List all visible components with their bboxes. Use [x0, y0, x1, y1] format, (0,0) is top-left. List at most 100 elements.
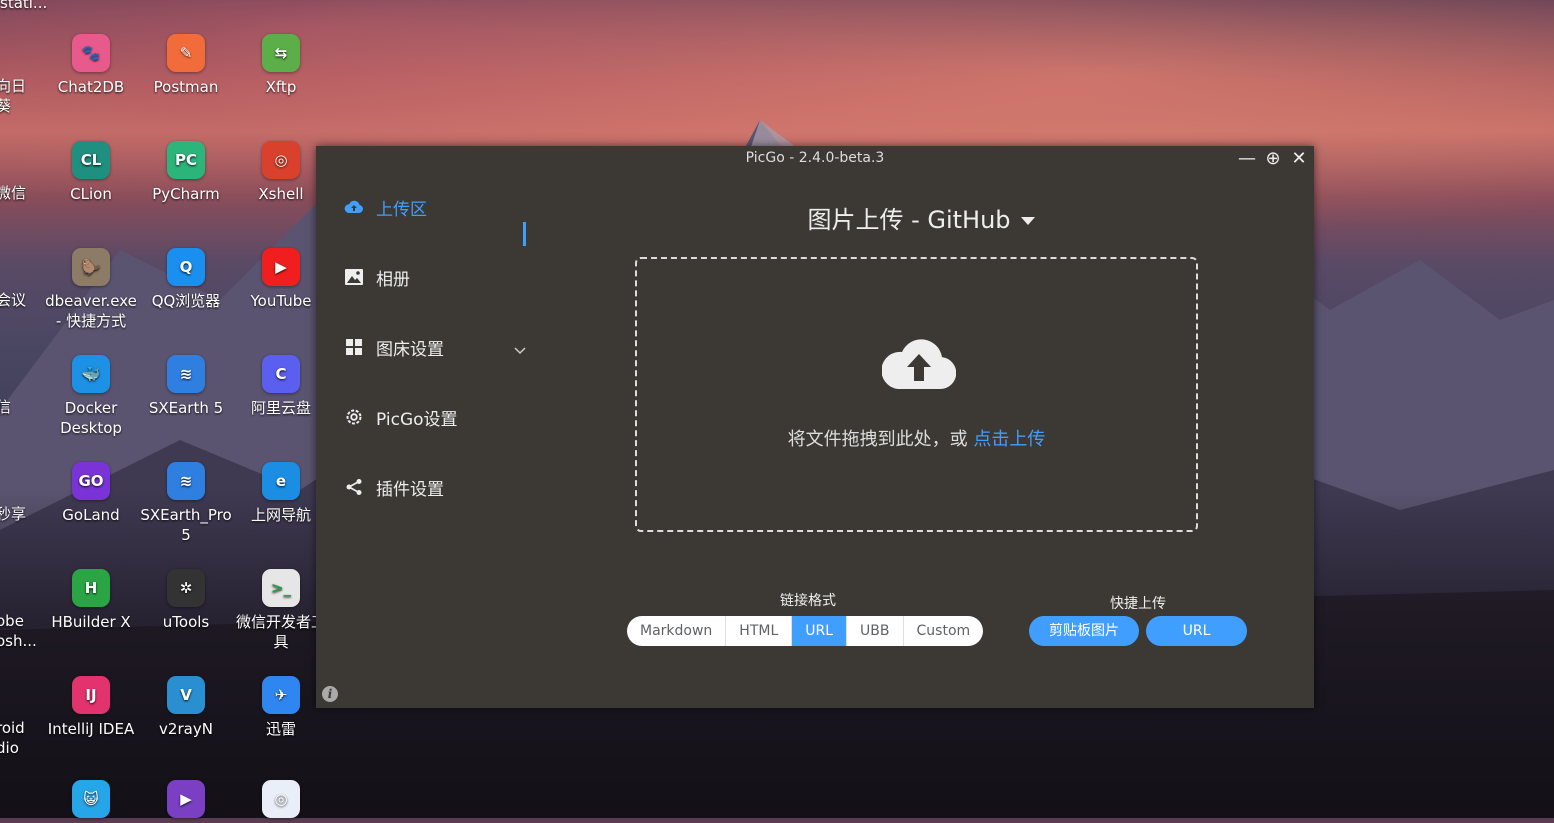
desktop-icon-label: 阿里云盘 [250, 399, 311, 417]
desktop-icon[interactable]: 🦫 dbeaver.exe - 快捷方式 [45, 248, 137, 331]
app-icon: CL [72, 141, 110, 179]
upload-dropzone[interactable]: 将文件拖拽到此处，或 点击上传 [635, 257, 1198, 532]
desktop-icon-label: 微信开发者工具 [235, 613, 326, 651]
desktop-icon[interactable]: IJ IntelliJ IDEA [45, 676, 137, 739]
desktop-icon-label: Xftp [265, 78, 297, 96]
grid-icon [344, 337, 364, 357]
picgo-window: PicGo - 2.4.0-beta.3 — ⊕ ✕ 上传区 相册 图床设置 P… [316, 146, 1314, 708]
desktop-icon-partial[interactable]: ◎ [235, 780, 327, 823]
desktop-icon-label: v2rayN [159, 720, 213, 738]
desktop-icon[interactable]: GO GoLand [45, 462, 137, 525]
app-icon: 🦫 [72, 248, 110, 286]
link-format-selector: Markdown HTML URL UBB Custom [627, 616, 984, 646]
app-icon: ◎ [262, 780, 300, 818]
desktop-icon-partial-label[interactable]: 向日葵 [0, 76, 36, 116]
desktop-icon-label: SXEarth 5 [148, 399, 224, 417]
nav-item-picgo-settings[interactable]: PicGo设置 [344, 402, 528, 432]
format-option-custom[interactable]: Custom [904, 616, 984, 646]
desktop-icon-partial[interactable]: 😺 [45, 780, 137, 823]
desktop-icon-partial[interactable]: ▶ [140, 780, 232, 823]
nav-item-image-host-settings[interactable]: 图床设置 [344, 332, 528, 362]
window-title: PicGo - 2.4.0-beta.3 [745, 150, 885, 166]
click-upload-link[interactable]: 点击上传 [973, 429, 1045, 450]
desktop-icon[interactable]: ▶ YouTube [235, 248, 327, 311]
nav-item-upload[interactable]: 上传区 [344, 192, 528, 222]
desktop-icon-partial-label[interactable]: 信 [0, 397, 36, 417]
desktop-icon-partial-label[interactable]: 微信 [0, 183, 36, 203]
desktop-icon[interactable]: ⇆ Xftp [235, 34, 327, 97]
desktop-icon[interactable]: ◎ Xshell [235, 141, 327, 204]
gear-icon [344, 407, 364, 427]
nav-item-gallery[interactable]: 相册 [344, 262, 528, 292]
clipboard-upload-button[interactable]: 剪贴板图片 [1029, 616, 1139, 646]
app-icon: PC [167, 141, 205, 179]
app-icon: 🐳 [72, 355, 110, 393]
desktop-icon[interactable]: ✎ Postman [140, 34, 232, 97]
nav-item-plugin-settings[interactable]: 插件设置 [344, 472, 528, 502]
desktop-icon-label: 迅雷 [265, 720, 296, 738]
nav-label: 图床设置 [376, 339, 444, 360]
nav-label: 相册 [376, 269, 410, 290]
chevron-down-icon[interactable] [514, 340, 526, 360]
desktop-icon-label: CLion [70, 185, 112, 203]
format-option-markdown[interactable]: Markdown [627, 616, 727, 646]
desktop-icon-label: 上网导航 [250, 506, 311, 524]
title-bar[interactable]: PicGo - 2.4.0-beta.3 — ⊕ ✕ [316, 146, 1314, 172]
desktop-icon[interactable]: 🐾 Chat2DB [45, 34, 137, 97]
app-icon: H [72, 569, 110, 607]
image-icon [344, 267, 364, 287]
desktop-icon[interactable]: PC PyCharm [140, 141, 232, 204]
upload-title-text: 图片上传 - GitHub [807, 206, 1011, 234]
app-icon: ≋ [167, 462, 205, 500]
app-icon: ▶ [167, 780, 205, 818]
desktop-icon[interactable]: 🐳 Docker Desktop [45, 355, 137, 438]
app-icon: Q [167, 248, 205, 286]
app-icon: ◎ [262, 141, 300, 179]
nav-label: 上传区 [376, 199, 427, 220]
desktop-icon[interactable]: Vv2rayN [140, 676, 232, 739]
desktop-icon-label: YouTube [250, 292, 312, 310]
desktop-icon-label: Docker Desktop [60, 399, 122, 437]
app-icon: 🐾 [72, 34, 110, 72]
desktop-icon-label: HBuilder X [51, 613, 131, 631]
desktop-partial-top: stati... [0, 0, 48, 12]
desktop-icon[interactable]: H HBuilder X [45, 569, 137, 632]
desktop-icon-label: Xshell [258, 185, 304, 203]
app-icon: GO [72, 462, 110, 500]
desktop-icon[interactable]: Q QQ浏览器 [140, 248, 232, 311]
nav-label: 插件设置 [376, 479, 444, 500]
close-button[interactable]: ✕ [1288, 148, 1310, 170]
quick-upload-label: 快捷上传 [1110, 596, 1166, 612]
app-icon: ≋ [167, 355, 205, 393]
format-option-ubb[interactable]: UBB [847, 616, 904, 646]
share-icon [344, 477, 364, 497]
cloud-upload-icon [882, 339, 956, 390]
link-format-label: 链接格式 [780, 593, 836, 609]
app-icon: ▶ [262, 248, 300, 286]
desktop-icon-partial-label[interactable]: 秒享 [0, 504, 36, 524]
minimize-button[interactable]: — [1236, 148, 1258, 170]
desktop-icon[interactable]: >_ 微信开发者工具 [235, 569, 327, 652]
dropzone-text: 将文件拖拽到此处，或 点击上传 [637, 425, 1196, 451]
desktop-icon-partial-label[interactable]: obe osh... [0, 611, 36, 651]
app-icon: ⇆ [262, 34, 300, 72]
url-upload-button[interactable]: URL [1146, 616, 1247, 646]
info-icon[interactable]: i [322, 686, 338, 702]
desktop-icon[interactable]: ≋ SXEarth 5 [140, 355, 232, 418]
desktop-icon-partial-label[interactable]: 会议 [0, 290, 36, 310]
desktop-icon[interactable]: C 阿里云盘 [235, 355, 327, 418]
format-option-url[interactable]: URL [792, 616, 848, 646]
desktop-icon[interactable]: e 上网导航 [235, 462, 327, 525]
desktop-icon[interactable]: ✈ 迅雷 [235, 676, 327, 739]
caret-down-icon[interactable] [1020, 217, 1035, 225]
desktop-icon[interactable]: CL CLion [45, 141, 137, 204]
desktop-icon-label: uTools [162, 613, 210, 631]
format-option-html[interactable]: HTML [726, 616, 793, 646]
desktop-icon[interactable]: ✲ uTools [140, 569, 232, 632]
app-icon: >_ [262, 569, 300, 607]
desktop-icon[interactable]: ≋ SXEarth_Pro 5 [140, 462, 232, 545]
app-icon: V [167, 676, 205, 714]
maximize-button[interactable]: ⊕ [1262, 148, 1284, 170]
desktop-icon-partial-label[interactable]: roid dio [0, 718, 36, 758]
upload-title: 图片上传 - GitHub [528, 200, 1314, 235]
